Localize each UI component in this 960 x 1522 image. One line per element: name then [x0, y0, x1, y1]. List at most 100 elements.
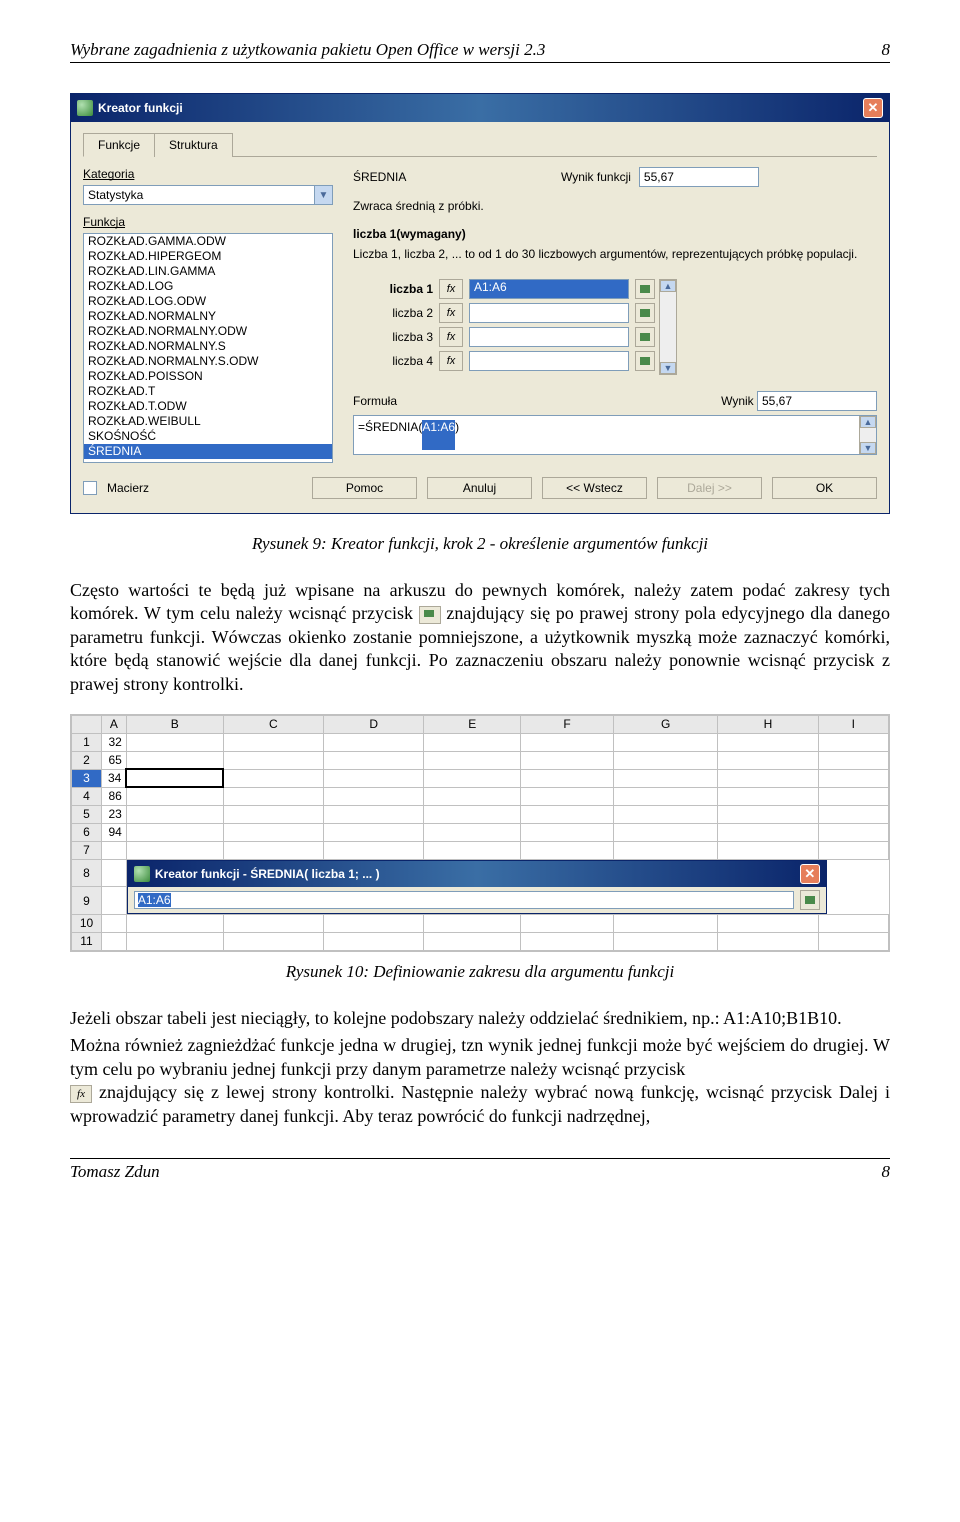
kategoria-input[interactable] [83, 185, 315, 205]
cell[interactable] [223, 769, 323, 787]
cell[interactable] [323, 733, 423, 751]
row-header[interactable]: 8 [72, 859, 102, 887]
param-input[interactable]: A1:A6 [469, 279, 629, 299]
cell[interactable] [521, 823, 614, 841]
shrink-button[interactable] [635, 351, 655, 371]
cell[interactable] [424, 841, 521, 859]
cell[interactable]: 65 [102, 751, 127, 769]
row-header[interactable]: 4 [72, 787, 102, 805]
cell[interactable] [818, 932, 888, 950]
column-header[interactable]: F [521, 715, 614, 733]
row-header[interactable]: 7 [72, 841, 102, 859]
column-header[interactable]: A [102, 715, 127, 733]
cell[interactable] [102, 841, 127, 859]
cell[interactable] [323, 805, 423, 823]
cell[interactable] [223, 841, 323, 859]
cell[interactable] [718, 751, 818, 769]
cell[interactable] [223, 823, 323, 841]
param-scrollbar[interactable]: ▲ ▼ [659, 279, 677, 375]
tab-funkcje[interactable]: Funkcje [83, 133, 155, 157]
shrink-button[interactable] [635, 303, 655, 323]
cell[interactable] [126, 733, 223, 751]
cell[interactable] [613, 805, 717, 823]
cell[interactable] [223, 805, 323, 823]
column-header[interactable]: D [323, 715, 423, 733]
cell[interactable]: 34 [102, 769, 127, 787]
cell[interactable] [424, 769, 521, 787]
cell[interactable] [521, 932, 614, 950]
function-list-item[interactable]: ROZKŁAD.NORMALNY.S.ODW [84, 354, 332, 369]
cell[interactable] [102, 887, 127, 915]
cell[interactable] [323, 787, 423, 805]
row-header[interactable]: 1 [72, 733, 102, 751]
cell[interactable] [718, 823, 818, 841]
cell[interactable] [223, 787, 323, 805]
scroll-up-icon[interactable]: ▲ [860, 416, 876, 428]
scroll-down-icon[interactable]: ▼ [860, 442, 876, 454]
cell[interactable] [126, 751, 223, 769]
cell[interactable] [424, 914, 521, 932]
cell[interactable] [818, 914, 888, 932]
cell[interactable] [424, 733, 521, 751]
fx-button[interactable]: fx [439, 303, 463, 323]
cell[interactable] [102, 914, 127, 932]
cell[interactable] [126, 914, 223, 932]
chevron-down-icon[interactable]: ▼ [315, 185, 333, 205]
cell[interactable] [613, 733, 717, 751]
anuluj-button[interactable]: Anuluj [427, 477, 532, 499]
shrink-button[interactable] [635, 279, 655, 299]
cell[interactable] [102, 932, 127, 950]
function-list-item[interactable]: ROZKŁAD.T.ODW [84, 399, 332, 414]
cell[interactable] [521, 733, 614, 751]
cell[interactable] [223, 751, 323, 769]
scroll-up-icon[interactable]: ▲ [660, 280, 676, 292]
cell[interactable] [323, 841, 423, 859]
cell[interactable] [718, 841, 818, 859]
row-header[interactable]: 11 [72, 932, 102, 950]
row-header[interactable]: 5 [72, 805, 102, 823]
row-header[interactable]: 2 [72, 751, 102, 769]
cell[interactable] [818, 733, 888, 751]
dialog-titlebar[interactable]: Kreator funkcji ✕ [71, 94, 889, 122]
cell[interactable] [102, 859, 127, 887]
function-list-item[interactable]: ROZKŁAD.HIPERGEOM [84, 249, 332, 264]
param-input[interactable] [469, 327, 629, 347]
cell[interactable] [521, 841, 614, 859]
cell[interactable] [718, 787, 818, 805]
cell[interactable]: 86 [102, 787, 127, 805]
cell[interactable] [718, 932, 818, 950]
cell[interactable] [613, 932, 717, 950]
param-input[interactable] [469, 303, 629, 323]
cell[interactable] [613, 841, 717, 859]
scroll-down-icon[interactable]: ▼ [660, 362, 676, 374]
cell[interactable] [126, 805, 223, 823]
cell[interactable] [718, 805, 818, 823]
function-list-item[interactable]: ROZKŁAD.NORMALNY [84, 309, 332, 324]
cell[interactable] [323, 769, 423, 787]
function-list-item[interactable]: ROZKŁAD.POISSON [84, 369, 332, 384]
cell[interactable] [223, 733, 323, 751]
cell[interactable] [818, 823, 888, 841]
cell[interactable] [521, 751, 614, 769]
column-header[interactable]: I [818, 715, 888, 733]
cell[interactable] [613, 823, 717, 841]
cell[interactable] [818, 841, 888, 859]
column-header[interactable]: E [424, 715, 521, 733]
row-header[interactable]: 6 [72, 823, 102, 841]
cell[interactable]: 32 [102, 733, 127, 751]
column-header[interactable]: B [126, 715, 223, 733]
cell[interactable] [323, 751, 423, 769]
fx-button[interactable]: fx [439, 327, 463, 347]
mini-titlebar[interactable]: Kreator funkcji - ŚREDNIA( liczba 1; ...… [128, 861, 826, 887]
cell[interactable] [613, 914, 717, 932]
pomoc-button[interactable]: Pomoc [312, 477, 417, 499]
cell[interactable] [323, 914, 423, 932]
cell[interactable] [424, 787, 521, 805]
cell[interactable] [613, 787, 717, 805]
row-header[interactable]: 10 [72, 914, 102, 932]
cell[interactable] [126, 841, 223, 859]
cell[interactable] [223, 932, 323, 950]
function-list-item[interactable]: ROZKŁAD.LOG.ODW [84, 294, 332, 309]
column-header[interactable]: H [718, 715, 818, 733]
kategoria-combo[interactable]: ▼ [83, 185, 333, 205]
